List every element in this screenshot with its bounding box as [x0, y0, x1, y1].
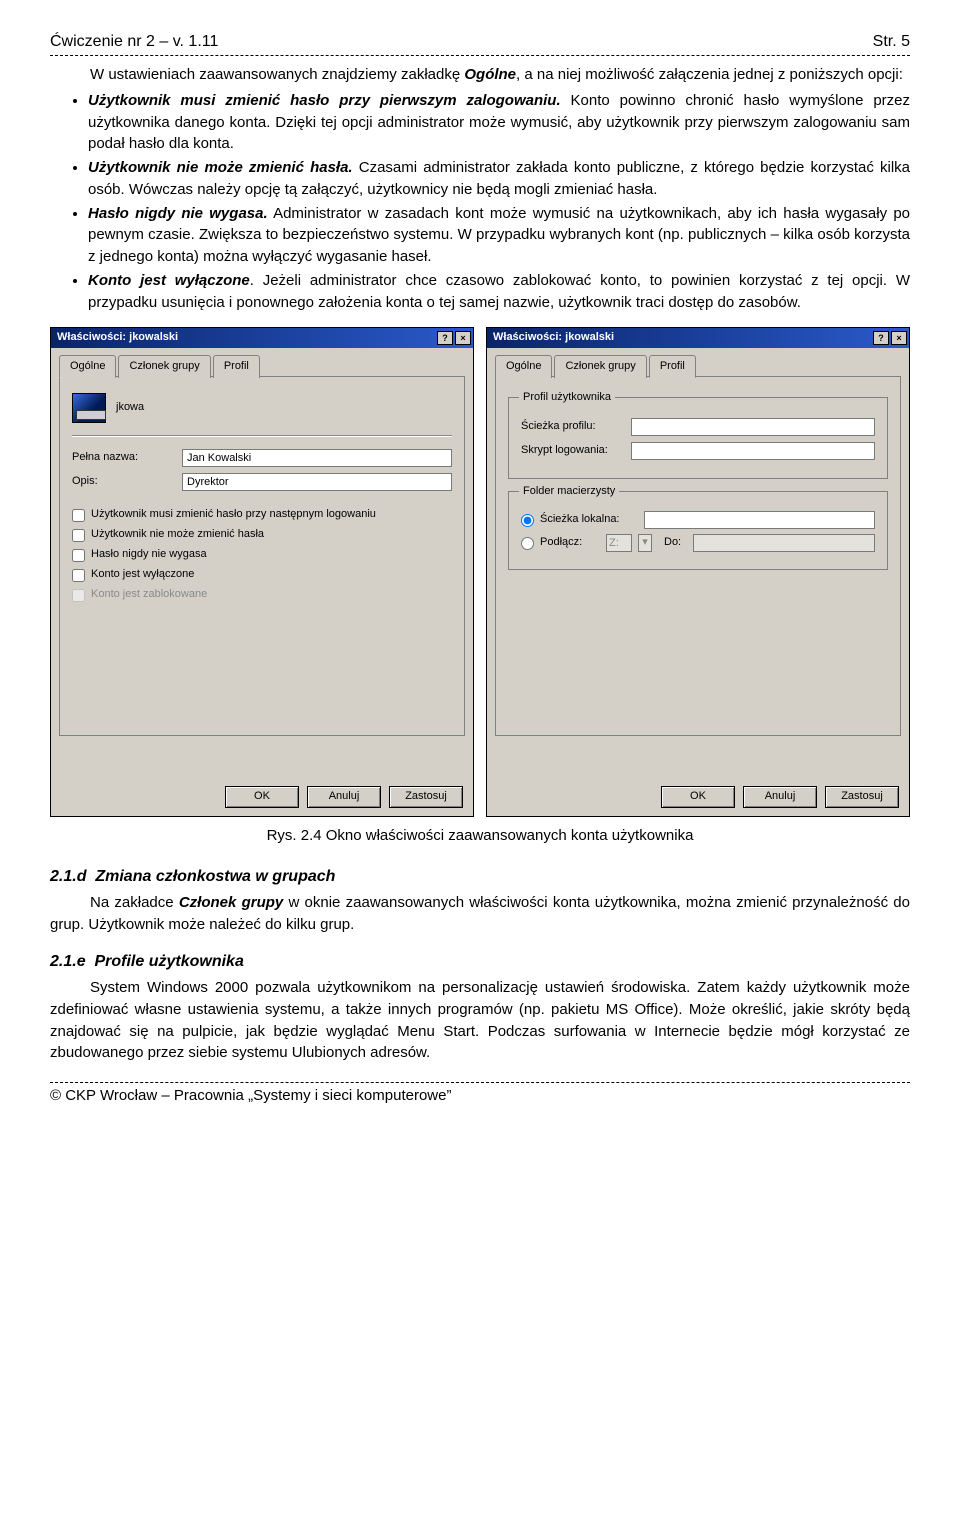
checkbox-never-expires[interactable] [72, 549, 85, 562]
profile-path-input[interactable] [631, 418, 875, 436]
window-title: Właściwości: jkowalski [493, 330, 614, 346]
titlebar: Właściwości: jkowalski ? × [51, 328, 473, 348]
section-d-paragraph: Na zakładce Członek grupy w oknie zaawan… [50, 892, 910, 936]
fullname-label: Pełna nazwa: [72, 450, 182, 466]
intro-prefix: W ustawieniach zaawansowanych znajdziemy… [90, 66, 464, 83]
header-right: Str. 5 [873, 30, 910, 53]
user-icon [72, 393, 106, 423]
header-divider [50, 55, 910, 56]
local-path-input[interactable] [644, 511, 875, 529]
section-e-paragraph: System Windows 2000 pozwala użytkownikom… [50, 977, 910, 1064]
titlebar: Właściwości: jkowalski ? × [487, 328, 909, 348]
help-icon[interactable]: ? [437, 331, 453, 345]
checkbox-label: Użytkownik musi zmienić hasło przy nastę… [91, 507, 376, 523]
checkbox-change-password[interactable] [72, 509, 85, 522]
cancel-button[interactable]: Anuluj [743, 786, 817, 808]
help-icon[interactable]: ? [873, 331, 889, 345]
tab-czlonek-grupy[interactable]: Członek grupy [118, 355, 210, 378]
properties-dialog-profil: Właściwości: jkowalski ? × Ogólne Człone… [486, 327, 910, 817]
close-icon[interactable]: × [455, 331, 471, 345]
profile-path-label: Ścieżka profilu: [521, 419, 631, 435]
ok-button[interactable]: OK [661, 786, 735, 808]
profile-group: Profil użytkownika Ścieżka profilu: Skry… [508, 397, 888, 479]
logon-script-label: Skrypt logowania: [521, 443, 631, 459]
list-item: Konto jest wyłączone. Jeżeli administrat… [88, 270, 910, 314]
intro-bold: Ogólne [464, 66, 516, 83]
list-item: Użytkownik nie może zmienić hasła. Czasa… [88, 157, 910, 201]
chevron-down-icon[interactable]: ▾ [638, 534, 652, 552]
tab-czlonek-grupy[interactable]: Członek grupy [554, 355, 646, 378]
para-bold: Członek grupy [179, 894, 283, 911]
checkbox-label: Użytkownik nie może zmienić hasła [91, 527, 264, 543]
tab-profil[interactable]: Profil [649, 355, 696, 378]
window-title: Właściwości: jkowalski [57, 330, 178, 346]
cancel-button[interactable]: Anuluj [307, 786, 381, 808]
bullet-title: Hasło nigdy nie wygasa. [88, 205, 268, 222]
bullet-title: Konto jest wyłączone [88, 272, 250, 289]
home-folder-group: Folder macierzysty Ścieżka lokalna: Podł… [508, 491, 888, 570]
local-path-label: Ścieżka lokalna: [540, 512, 638, 528]
radio-local-path[interactable] [521, 514, 534, 527]
ok-button[interactable]: OK [225, 786, 299, 808]
drive-select[interactable] [606, 534, 632, 552]
list-item: Hasło nigdy nie wygasa. Administrator w … [88, 203, 910, 268]
connect-label: Podłącz: [540, 535, 600, 551]
to-label: Do: [664, 535, 681, 551]
apply-button[interactable]: Zastosuj [825, 786, 899, 808]
section-heading-e: 2.1.e Profile użytkownika [50, 950, 910, 973]
description-input[interactable] [182, 473, 452, 491]
logon-script-input[interactable] [631, 442, 875, 460]
description-label: Opis: [72, 474, 182, 490]
section-number: 2.1.e [50, 953, 86, 970]
options-list: Użytkownik musi zmienić hasło przy pierw… [60, 90, 910, 314]
bullet-title: Użytkownik musi zmienić hasło przy pierw… [88, 92, 561, 109]
para-text: Na zakładce [90, 894, 179, 911]
checkbox-disabled[interactable] [72, 569, 85, 582]
separator [72, 435, 452, 437]
connect-path-input [693, 534, 875, 552]
list-item: Użytkownik musi zmienić hasło przy pierw… [88, 90, 910, 155]
section-number: 2.1.d [50, 868, 86, 885]
tab-ogolne[interactable]: Ogólne [495, 355, 552, 378]
footer-text: © CKP Wrocław – Pracownia „Systemy i sie… [50, 1085, 910, 1107]
properties-dialog-ogolne: Właściwości: jkowalski ? × Ogólne Człone… [50, 327, 474, 817]
figure-caption: Rys. 2.4 Okno właściwości zaawansowanych… [50, 825, 910, 847]
header-left: Ćwiczenie nr 2 – v. 1.11 [50, 30, 218, 53]
username-label: jkowa [116, 400, 144, 416]
bullet-title: Użytkownik nie może zmienić hasła. [88, 159, 353, 176]
fullname-input[interactable] [182, 449, 452, 467]
section-title: Zmiana członkostwa w grupach [95, 868, 335, 885]
checkbox-locked [72, 589, 85, 602]
close-icon[interactable]: × [891, 331, 907, 345]
footer-divider [50, 1082, 910, 1083]
tab-profil[interactable]: Profil [213, 355, 260, 378]
profile-group-legend: Profil użytkownika [519, 390, 615, 406]
apply-button[interactable]: Zastosuj [389, 786, 463, 808]
section-heading-d: 2.1.d Zmiana członkostwa w grupach [50, 865, 910, 888]
checkbox-label: Hasło nigdy nie wygasa [91, 547, 207, 563]
page-header: Ćwiczenie nr 2 – v. 1.11 Str. 5 [50, 30, 910, 53]
radio-connect[interactable] [521, 537, 534, 550]
checkbox-label: Konto jest wyłączone [91, 567, 194, 583]
tab-ogolne[interactable]: Ogólne [59, 355, 116, 378]
section-title: Profile użytkownika [94, 953, 243, 970]
checkbox-label: Konto jest zablokowane [91, 587, 207, 603]
home-folder-legend: Folder macierzysty [519, 484, 619, 500]
intro-paragraph: W ustawieniach zaawansowanych znajdziemy… [90, 64, 910, 86]
checkbox-cannot-change[interactable] [72, 529, 85, 542]
intro-suffix: , a na niej możliwość załączenia jednej … [516, 66, 903, 83]
